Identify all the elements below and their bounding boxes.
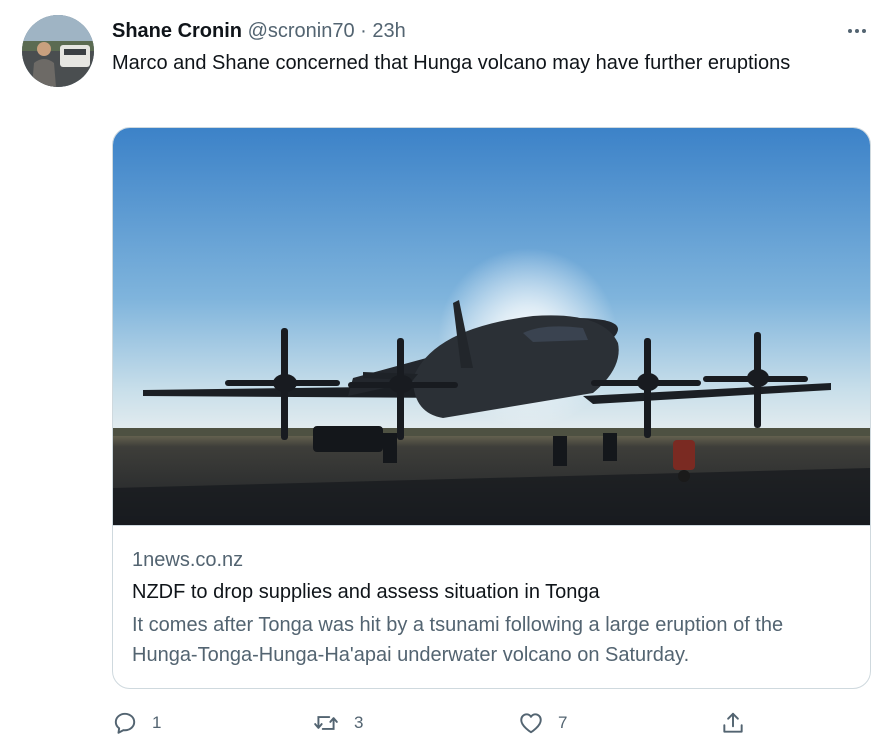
card-title: NZDF to drop supplies and assess situati…	[132, 581, 600, 603]
like-button[interactable]: 7	[518, 705, 567, 741]
retweet-count: 3	[354, 713, 364, 732]
like-count: 7	[558, 713, 568, 732]
retweet-button[interactable]: 3	[312, 705, 363, 741]
avatar[interactable]	[22, 15, 94, 87]
author-name[interactable]: Shane Cronin	[112, 20, 242, 42]
separator-dot: ·	[360, 20, 367, 42]
share-icon	[723, 712, 743, 733]
card-domain: 1news.co.nz	[132, 549, 244, 571]
tweet-timestamp[interactable]: 23h	[372, 20, 405, 42]
more-icon	[848, 29, 866, 33]
more-button[interactable]	[842, 18, 872, 44]
author-handle[interactable]: @scronin70	[248, 20, 355, 42]
card-description: It comes after Tonga was hit by a tsunam…	[132, 614, 784, 666]
share-button[interactable]	[720, 705, 746, 741]
card-divider	[113, 525, 870, 526]
reply-count: 1	[152, 713, 162, 732]
tweet-text: Marco and Shane concerned that Hunga vol…	[112, 52, 791, 74]
link-card[interactable]: 1news.co.nz NZDF to drop supplies and as…	[112, 127, 871, 689]
reply-button[interactable]: 1	[112, 705, 161, 741]
tweet-header: Shane Cronin @scronin70 · 23h	[112, 17, 406, 45]
reply-icon	[114, 712, 136, 734]
heart-icon	[520, 713, 542, 734]
tweet-actions: 1 3 7	[112, 705, 852, 741]
avatar-image	[22, 15, 94, 87]
card-image	[113, 128, 870, 525]
tweet[interactable]: Shane Cronin @scronin70 · 23h Marco and …	[0, 0, 895, 755]
retweet-icon	[314, 716, 338, 730]
